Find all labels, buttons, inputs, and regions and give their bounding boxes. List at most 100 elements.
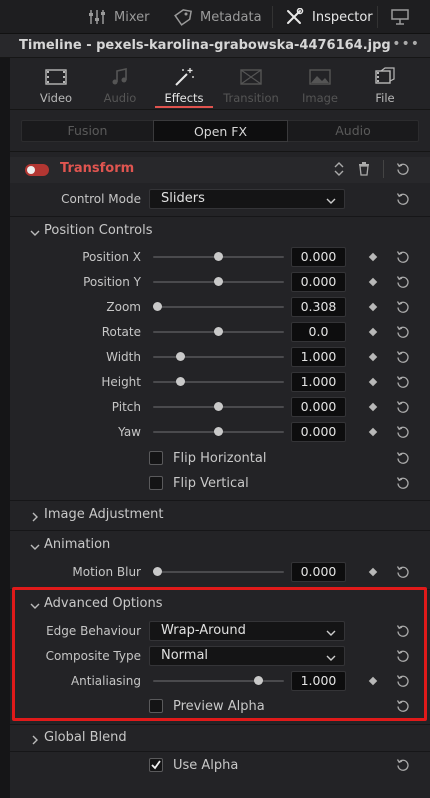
width-slider-track[interactable]: [153, 356, 284, 358]
animation-header[interactable]: Animation: [44, 537, 110, 552]
reset-icon[interactable]: [396, 350, 410, 364]
reset-icon[interactable]: [396, 250, 410, 264]
yaw-slider-knob[interactable]: [214, 427, 223, 436]
image-adjustment-header[interactable]: Image Adjustment: [44, 507, 163, 522]
motion-blur-label: Motion Blur: [72, 565, 141, 579]
position-x-slider-knob[interactable]: [214, 252, 223, 261]
tab-file[interactable]: File: [352, 58, 418, 110]
control-mode-dropdown[interactable]: Sliders: [149, 189, 345, 209]
mixer-label: Mixer: [114, 9, 150, 25]
reset-icon[interactable]: [396, 758, 410, 772]
control-mode-value: Sliders: [161, 191, 205, 206]
top-toolbar: Mixer Metadata Inspector: [0, 0, 430, 34]
tab-audio[interactable]: Audio: [87, 58, 153, 110]
use-alpha-checkbox[interactable]: [149, 758, 163, 772]
reset-icon[interactable]: [396, 300, 410, 314]
segment-fusion[interactable]: Fusion: [22, 121, 153, 141]
yaw-label: Yaw: [118, 425, 141, 439]
effects-type-segmented-control: Fusion Open FX Audio: [21, 120, 419, 142]
inspector-button[interactable]: Inspector: [285, 0, 373, 34]
reset-icon[interactable]: [396, 451, 410, 465]
transform-enable-toggle[interactable]: [25, 164, 49, 176]
motion-blur-value-field[interactable]: 0.000: [291, 562, 346, 582]
reset-icon[interactable]: [396, 400, 410, 414]
position-y-label: Position Y: [83, 275, 141, 289]
position-y-value-field[interactable]: 0.000: [291, 272, 346, 292]
toolbar-divider: [377, 6, 378, 28]
film-icon: [44, 67, 68, 87]
height-slider-track[interactable]: [153, 381, 284, 383]
position-x-value-field[interactable]: 0.000: [291, 247, 346, 267]
rotate-slider-knob[interactable]: [214, 327, 223, 336]
highlight-box: [12, 587, 427, 721]
chevron-right-icon[interactable]: [30, 510, 40, 522]
reset-icon[interactable]: [396, 192, 410, 206]
control-mode-label: Control Mode: [61, 192, 141, 206]
tab-file-label: File: [375, 91, 395, 105]
tab-transition-label: Transition: [223, 91, 279, 105]
chevron-right-icon[interactable]: [30, 733, 40, 745]
yaw-value-field[interactable]: 0.000: [291, 422, 346, 442]
transform-title: Transform: [60, 161, 135, 176]
toolbar-divider: [272, 6, 273, 28]
tab-selected-indicator: [155, 106, 213, 108]
sort-arrows-icon[interactable]: [333, 160, 345, 178]
height-value-field[interactable]: 1.000: [291, 372, 346, 392]
effects-type-segment-wrapper: Fusion Open FX Audio: [10, 110, 430, 152]
trash-icon[interactable]: [358, 162, 370, 176]
use-alpha-label: Use Alpha: [173, 758, 239, 773]
position-controls-header[interactable]: Position Controls: [44, 223, 153, 238]
tab-effects[interactable]: Effects: [151, 58, 217, 110]
more-options-icon[interactable]: •••: [392, 36, 420, 52]
header-divider: [383, 160, 384, 178]
inspector-tabs: Video Audio Effects Transition Image Fil…: [10, 58, 430, 110]
monitor-button[interactable]: [390, 0, 417, 34]
reset-icon[interactable]: [396, 425, 410, 439]
zoom-slider-track[interactable]: [153, 306, 284, 308]
segment-audio[interactable]: Audio: [288, 121, 418, 141]
motion-blur-slider-track[interactable]: [153, 571, 284, 573]
height-label: Height: [101, 375, 141, 389]
rotate-value-field[interactable]: 0.0: [291, 322, 346, 342]
reset-icon[interactable]: [396, 275, 410, 289]
tab-video-label: Video: [39, 91, 73, 105]
flip-vertical-checkbox[interactable]: [149, 476, 163, 490]
position-y-slider-knob[interactable]: [214, 277, 223, 286]
reset-icon[interactable]: [396, 162, 410, 176]
chevron-down-icon: [326, 194, 336, 204]
pitch-value-field[interactable]: 0.000: [291, 397, 346, 417]
left-edge-strip: [0, 58, 10, 798]
tab-audio-label: Audio: [103, 91, 137, 105]
pitch-label: Pitch: [111, 400, 141, 414]
chevron-down-icon[interactable]: [30, 540, 40, 550]
segment-open-fx[interactable]: Open FX: [153, 120, 288, 142]
zoom-value-field[interactable]: 0.308: [291, 297, 346, 317]
pitch-slider-knob[interactable]: [214, 402, 223, 411]
tab-effects-label: Effects: [164, 91, 204, 105]
zoom-label: Zoom: [106, 300, 141, 314]
tab-transition[interactable]: Transition: [218, 58, 284, 110]
metadata-label: Metadata: [200, 9, 262, 25]
metadata-button[interactable]: Metadata: [173, 0, 262, 34]
section-divider: [10, 530, 430, 531]
global-blend-header[interactable]: Global Blend: [44, 730, 127, 745]
zoom-slider-knob[interactable]: [153, 302, 162, 311]
reset-icon[interactable]: [396, 476, 410, 490]
image-icon: [308, 67, 332, 87]
flip-horizontal-checkbox[interactable]: [149, 451, 163, 465]
section-divider: [10, 724, 430, 725]
chevron-down-icon[interactable]: [30, 226, 40, 236]
reset-icon[interactable]: [396, 375, 410, 389]
timeline-header: Timeline - pexels-karolina-grabowska-447…: [0, 34, 430, 58]
transition-icon: [239, 67, 263, 87]
reset-icon[interactable]: [396, 565, 410, 579]
reset-icon[interactable]: [396, 325, 410, 339]
motion-blur-slider-knob[interactable]: [153, 567, 162, 576]
timeline-title: Timeline - pexels-karolina-grabowska-447…: [19, 38, 391, 53]
file-icon: [373, 67, 397, 87]
width-value-field[interactable]: 1.000: [291, 347, 346, 367]
mixer-button[interactable]: Mixer: [87, 0, 149, 34]
tab-image-label: Image: [301, 91, 339, 105]
tab-video[interactable]: Video: [23, 58, 89, 110]
tab-image[interactable]: Image: [287, 58, 353, 110]
